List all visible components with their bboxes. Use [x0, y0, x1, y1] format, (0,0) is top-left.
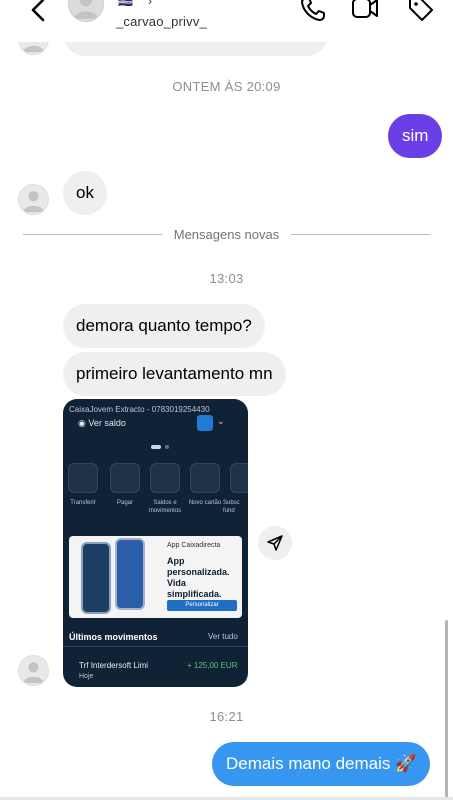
- pager-dot: [165, 445, 169, 449]
- movements-title: Últimos movimentos: [69, 632, 158, 642]
- phone-icon[interactable]: [298, 0, 328, 24]
- promo-title: App personalizada. Vida simplificada.: [167, 556, 230, 599]
- timestamp: ONTEM ÀS 20:09: [172, 79, 281, 94]
- phone-illustration: [81, 542, 111, 614]
- tile-balances-icon: [150, 463, 180, 493]
- message-in-primeiro[interactable]: primeiro levantamento mn: [63, 352, 286, 396]
- promo-kicker: App Caixadirecta: [167, 542, 221, 549]
- message-out-demais[interactable]: Demais mano demais 🚀: [212, 742, 431, 786]
- message-in-demora[interactable]: demora quanto tempo?: [63, 304, 265, 348]
- shared-screenshot[interactable]: CaixaJovem Extracto - 0783019254430 ◉ Ve…: [63, 399, 248, 687]
- username[interactable]: _carvao_privv_: [116, 14, 207, 29]
- send-icon: [267, 535, 283, 551]
- contact-avatar[interactable]: [18, 655, 49, 686]
- see-balance-label: Ver saldo: [88, 418, 126, 428]
- chevron-right-icon[interactable]: ›: [148, 0, 152, 8]
- pager-dot-active: [151, 445, 161, 449]
- back-arrow-icon[interactable]: [24, 0, 54, 26]
- tile-label: Subsc fund: [223, 500, 240, 514]
- tile-label: Transferir: [70, 500, 96, 506]
- divider-line-right: [291, 234, 430, 235]
- tile-label: Saldos e movimentos: [148, 500, 182, 514]
- user-silhouette-icon: [22, 191, 45, 213]
- movement-amount: + 125,00 EUR: [187, 661, 238, 670]
- phone-illustration: [115, 538, 145, 610]
- movement-description: Trf Interdersoft Limi: [79, 661, 149, 670]
- tile-card-icon: [190, 463, 220, 493]
- bank-logo-icon: [197, 415, 213, 431]
- movement-date: Hoje: [79, 673, 94, 680]
- video-icon[interactable]: [350, 0, 380, 24]
- flag-emoji: 🇨🇻: [118, 0, 133, 8]
- timestamp: 16:21: [209, 709, 244, 724]
- promo-banner: App Caixadirecta App personalizada. Vida…: [69, 536, 242, 618]
- tile-pay-icon: [110, 463, 140, 493]
- account-line: CaixaJovem Extracto - 0783019254430: [69, 405, 210, 414]
- tile-transfer-icon: [68, 463, 98, 493]
- see-balance: ◉ Ver saldo: [78, 418, 126, 429]
- tile-funds-icon: [230, 463, 248, 493]
- scrollbar[interactable]: [445, 620, 448, 800]
- timestamp: 13:03: [209, 271, 244, 286]
- message-out-sim[interactable]: sim: [388, 114, 443, 158]
- chat-header: 🇨🇻 › _carvao_privv_: [0, 0, 453, 42]
- share-button[interactable]: [258, 526, 292, 560]
- user-silhouette-icon: [73, 0, 99, 19]
- user-silhouette-icon: [22, 662, 45, 684]
- tag-icon[interactable]: [406, 0, 436, 24]
- eye-icon: ◉: [78, 418, 89, 428]
- promo-button: Personalizar: [167, 600, 237, 611]
- tile-label: Pagar: [116, 500, 133, 506]
- separator: [63, 646, 248, 647]
- message-in-ok[interactable]: ok: [63, 171, 107, 215]
- contact-avatar[interactable]: [18, 184, 49, 215]
- chevron-down-icon: ⌄: [217, 416, 225, 426]
- see-all-link: Ver tudo: [208, 632, 238, 641]
- tile-label: Novo cartão: [188, 500, 222, 506]
- header-avatar[interactable]: [68, 0, 104, 22]
